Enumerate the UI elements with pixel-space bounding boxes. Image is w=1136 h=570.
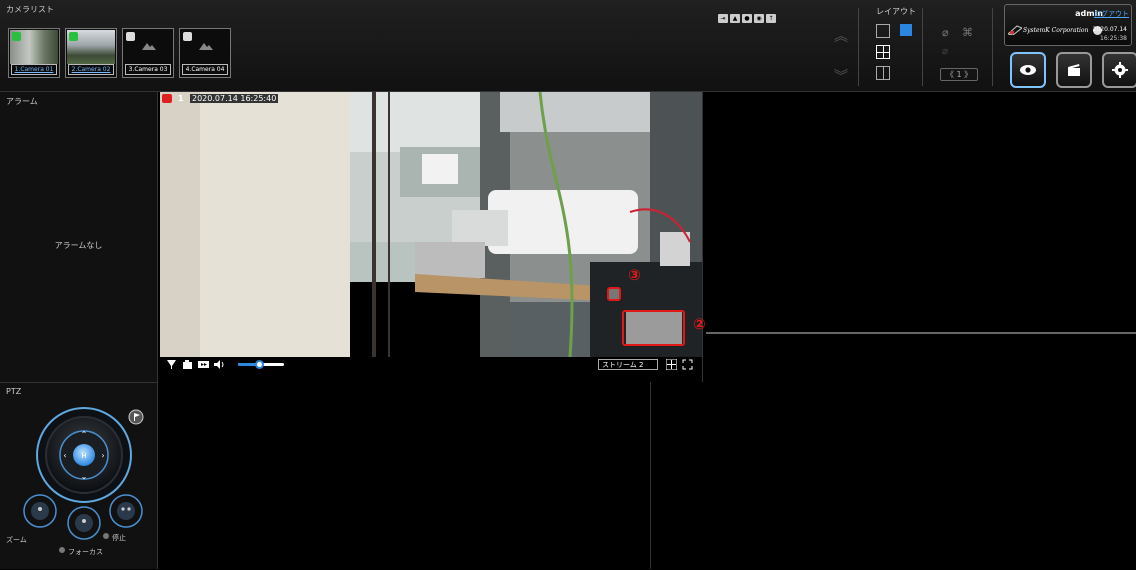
eye-icon: [1020, 65, 1036, 75]
snapshot-icon[interactable]: ◉: [754, 14, 764, 23]
gear-icon: [1112, 62, 1128, 78]
camera-2-label[interactable]: 2.Camera 02: [68, 64, 114, 75]
camera-4-status-icon[interactable]: [183, 32, 192, 41]
image-placeholder-icon: [199, 43, 213, 50]
pin-icon[interactable]: ↑: [766, 14, 776, 23]
ptz-panel: PTZ H ⌃ ⌄ ‹ › ズーム 停止 フォーカス: [0, 382, 158, 569]
car-icon[interactable]: ▲: [730, 14, 740, 23]
camera-thumb-4[interactable]: 4.Camera 04: [179, 28, 231, 78]
svg-text:›: ›: [101, 451, 104, 460]
fullscreen-icon[interactable]: [682, 359, 693, 370]
snapshot-icon[interactable]: [182, 359, 193, 370]
clapperboard-icon: [1068, 64, 1080, 76]
current-time: 16:25:38: [1100, 35, 1127, 42]
camera-thumb-3[interactable]: 3.Camera 03: [122, 28, 174, 78]
grid-divider: [650, 382, 651, 569]
marker-icon[interactable]: [166, 359, 177, 370]
alarm-title: アラーム: [6, 97, 38, 106]
zoom-label: ズーム: [6, 536, 27, 544]
layout-2x2-icon[interactable]: [876, 45, 890, 59]
page-selector[interactable]: 《 1 》: [940, 68, 978, 81]
volume-slider[interactable]: [238, 360, 284, 369]
grid-divider: [706, 332, 1136, 334]
scroll-down-icon[interactable]: ︾: [834, 66, 848, 86]
layout-title: レイアウト: [876, 7, 916, 16]
camera-1-label[interactable]: 1.Camera 01: [11, 64, 57, 75]
layout-1x1-icon[interactable]: [876, 24, 890, 38]
live-view-button[interactable]: [1010, 52, 1046, 88]
preset-icon[interactable]: [128, 409, 144, 425]
camera-2-status-icon[interactable]: [69, 32, 78, 41]
channel-number: 1: [178, 94, 184, 103]
video-header: 1 2020.07.14 16:25:40: [160, 92, 702, 103]
user-info-box: admin ログアウト SystemK Corporation 2020.07.…: [1004, 4, 1132, 46]
annotation-marker-2: ②: [693, 315, 706, 333]
annotation-box-3: [607, 287, 621, 301]
toolbar-small-buttons: ⇥ ▲ ● ◉ ↑: [718, 14, 776, 23]
settings-button[interactable]: [1102, 52, 1136, 88]
grid-divider: [702, 92, 703, 382]
fit-icon[interactable]: ⇥: [718, 14, 728, 23]
camera-4-label[interactable]: 4.Camera 04: [182, 64, 228, 75]
svg-text:⌄: ⌄: [81, 472, 88, 481]
annotation-box-2: [622, 310, 685, 346]
current-date: 2020.07.14: [1092, 26, 1127, 33]
svg-text:⌃: ⌃: [81, 430, 88, 439]
fullscreen-layout-icon[interactable]: ⌘: [962, 26, 973, 39]
camera-1-video-tile[interactable]: 1 2020.07.14 16:25:40 ストリーム 2: [160, 92, 702, 372]
camera-3-label[interactable]: 3.Camera 03: [125, 64, 171, 75]
instant-replay-icon[interactable]: [198, 359, 209, 370]
divider: [992, 8, 993, 86]
divider: [922, 8, 923, 86]
no-alarm-message: アラームなし: [54, 241, 103, 250]
camera-list-title: カメラリスト: [6, 5, 54, 14]
ptz-toggle-icon[interactable]: [666, 359, 677, 370]
divider: [858, 8, 859, 86]
image-placeholder-icon: [142, 43, 156, 50]
disabled-option-icon: ⌀: [942, 46, 949, 57]
layout-1plus-icon[interactable]: [876, 66, 890, 80]
company-logo-icon: [1008, 25, 1022, 35]
logout-link[interactable]: ログアウト: [1094, 9, 1129, 19]
volume-knob[interactable]: [254, 360, 264, 369]
camera-1-status-icon[interactable]: [12, 32, 21, 41]
focus-label: フォーカス: [68, 548, 103, 556]
live-video-frame[interactable]: [160, 92, 702, 357]
camera-thumb-2[interactable]: 2.Camera 02: [65, 28, 117, 78]
edit-layout-icon[interactable]: ⌀: [942, 26, 949, 39]
video-timestamp: 2020.07.14 16:25:40: [190, 94, 279, 103]
camera-3-status-icon[interactable]: [126, 32, 135, 41]
top-bar: カメラリスト 1.Camera 01 2.Camera 02 3.Camera …: [0, 0, 1136, 92]
annotation-marker-3: ③: [628, 266, 641, 284]
playback-button[interactable]: [1056, 52, 1092, 88]
alarm-panel: アラーム アラームなし: [0, 92, 158, 382]
company-name: SystemK Corporation: [1023, 27, 1089, 34]
layout-single-selected-icon[interactable]: [900, 24, 912, 36]
speaker-icon[interactable]: [214, 359, 225, 370]
stream-select[interactable]: ストリーム 2: [598, 359, 658, 370]
camera-thumb-1[interactable]: 1.Camera 01: [8, 28, 60, 78]
scroll-up-icon[interactable]: ︽: [834, 26, 848, 46]
svg-text:‹: ‹: [63, 451, 66, 460]
svg-text:H: H: [81, 452, 86, 460]
stop-label: 停止: [112, 534, 126, 542]
stop-icon[interactable]: [103, 533, 109, 539]
auto-focus-icon[interactable]: [59, 547, 65, 553]
close-stream-icon[interactable]: [162, 94, 172, 103]
record-icon[interactable]: ●: [742, 14, 752, 23]
video-control-bar: ストリーム 2: [160, 357, 702, 372]
